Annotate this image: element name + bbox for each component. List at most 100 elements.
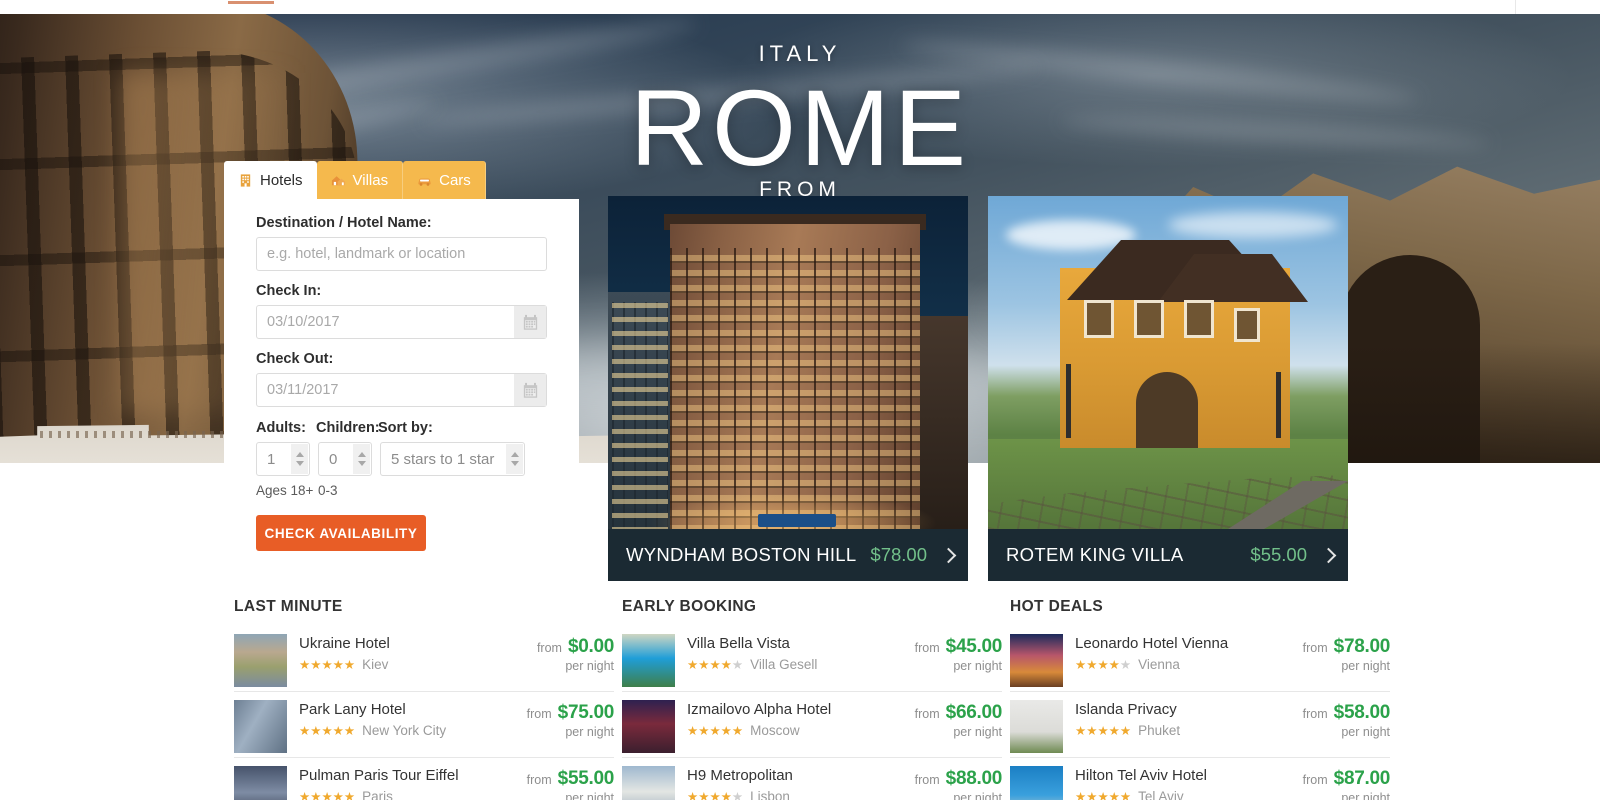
checkout-input[interactable]: 03/11/2017 (256, 373, 547, 407)
deal-pricing: from $0.00 per night (537, 634, 614, 673)
stepper-arrows-icon[interactable] (291, 444, 308, 474)
deal-city: Tel Aviv (1138, 789, 1184, 800)
adults-age-hint: Ages 18+ (256, 483, 314, 498)
deals-column-title: EARLY BOOKING (622, 598, 757, 615)
deal-price: $88.00 (945, 768, 1003, 789)
deal-hotel-name: Hilton Tel Aviv Hotel (1075, 767, 1208, 784)
deal-item[interactable]: Park Lany Hotel ★★★★★ New York City from… (234, 692, 614, 758)
deal-price: $66.00 (945, 702, 1003, 723)
deal-info: Park Lany Hotel ★★★★★ New York City (299, 700, 515, 738)
rating-stars-icon: ★★★★★ (299, 658, 356, 672)
deal-price: $78.00 (1333, 636, 1391, 657)
checkin-label: Check In: (256, 283, 322, 299)
deal-item[interactable]: Pulman Paris Tour Eiffel ★★★★★ Paris fro… (234, 758, 614, 800)
deals-column-early-booking: EARLY BOOKING Villa Bella Vista ★★★★★ Vi… (622, 598, 1002, 800)
calendar-icon[interactable] (514, 374, 546, 406)
deal-info: Islanda Privacy ★★★★★ Phuket (1075, 700, 1291, 738)
hotel-thumbnail (1010, 700, 1063, 753)
wyndham-sign (758, 514, 836, 527)
deal-info: Hilton Tel Aviv Hotel ★★★★★ Tel Aviv (1075, 766, 1291, 800)
car-icon (417, 173, 432, 188)
deal-per-night: per night (1341, 725, 1390, 739)
deal-pricing: from $55.00 per night (526, 766, 615, 800)
tab-hotels[interactable]: Hotels (224, 161, 317, 199)
deal-per-night: per night (953, 659, 1002, 673)
featured-card-price: $55.00 (1250, 544, 1307, 565)
deal-hotel-name: Park Lany Hotel (299, 701, 406, 718)
featured-card-price: $78.00 (870, 544, 927, 565)
checkin-input[interactable]: 03/10/2017 (256, 305, 547, 339)
rating-stars-icon: ★★★★★ (1075, 790, 1132, 800)
destination-input[interactable]: e.g. hotel, landmark or location (256, 237, 547, 271)
deal-item[interactable]: Leonardo Hotel Vienna ★★★★★ Vienna from … (1010, 626, 1390, 692)
deal-from-label: from (1302, 641, 1328, 655)
featured-card-wyndham[interactable]: WYNDHAM BOSTON HILL $78.00 (608, 196, 968, 581)
villa-window (1134, 300, 1164, 338)
chevron-right-icon[interactable] (1320, 547, 1337, 563)
featured-card-name: WYNDHAM BOSTON HILL (626, 544, 857, 565)
children-stepper[interactable]: 0 (318, 442, 372, 476)
stepper-arrows-icon[interactable] (353, 444, 370, 474)
top-bar (0, 0, 1600, 14)
deal-city: Vienna (1138, 657, 1180, 672)
deal-meta: ★★★★★ Villa Gesell (687, 657, 903, 672)
deal-item[interactable]: Hilton Tel Aviv Hotel ★★★★★ Tel Aviv fro… (1010, 758, 1390, 800)
deal-price: $0.00 (567, 636, 614, 657)
sort-label: Sort by: (378, 420, 433, 436)
sort-select[interactable]: 5 stars to 1 star (380, 442, 525, 476)
occupancy-labels: Adults: Children: Sort by: (256, 420, 547, 436)
deal-from-label: from (536, 641, 562, 655)
deal-price: $58.00 (1333, 702, 1391, 723)
featured-card-rotem[interactable]: ROTEM KING VILLA $55.00 (988, 196, 1348, 581)
deal-meta: ★★★★★ Phuket (1075, 723, 1291, 738)
hotel-thumbnail (622, 766, 675, 800)
deal-info: Ukraine Hotel ★★★★★ Kiev (299, 634, 525, 672)
adults-stepper[interactable]: 1 (256, 442, 310, 476)
deal-hotel-name: H9 Metropolitan (687, 767, 793, 784)
search-tabs: Hotels Villas Cars (224, 161, 579, 199)
deal-pricing: from $66.00 per night (915, 700, 1003, 739)
check-availability-button[interactable]: CHECK AVAILABILITY (256, 515, 426, 551)
deal-item[interactable]: Ukraine Hotel ★★★★★ Kiev from $0.00 per … (234, 626, 614, 692)
deal-item[interactable]: Islanda Privacy ★★★★★ Phuket from $58.00… (1010, 692, 1390, 758)
deals-list: Ukraine Hotel ★★★★★ Kiev from $0.00 per … (234, 626, 614, 800)
hotel-thumbnail (234, 700, 287, 753)
deal-meta: ★★★★★ Paris (299, 789, 515, 800)
tab-villas-label: Villas (352, 171, 389, 189)
featured-card-caption: WYNDHAM BOSTON HILL $78.00 (608, 529, 968, 581)
deal-pricing: from $87.00 per night (1303, 766, 1391, 800)
villa-house-icon (331, 173, 346, 188)
destination-label: Destination / Hotel Name: (256, 215, 432, 231)
deal-price: $45.00 (945, 636, 1003, 657)
deals-column-last-minute: LAST MINUTE Ukraine Hotel ★★★★★ Kiev fro… (234, 598, 614, 800)
tab-villas[interactable]: Villas (316, 161, 404, 199)
deal-hotel-name: Leonardo Hotel Vienna (1075, 635, 1229, 652)
deal-per-night: per night (1341, 659, 1390, 673)
sort-value: 5 stars to 1 star (391, 450, 495, 468)
deal-hotel-name: Islanda Privacy (1075, 701, 1177, 718)
occupancy-controls: 1 0 5 stars to 1 star (256, 442, 547, 476)
deal-item[interactable]: H9 Metropolitan ★★★★★ Lisbon from $88.00… (622, 758, 1002, 800)
calendar-icon[interactable] (514, 306, 546, 338)
deal-meta: ★★★★★ Tel Aviv (1075, 789, 1291, 800)
deal-pricing: from $45.00 per night (915, 634, 1003, 673)
deal-info: H9 Metropolitan ★★★★★ Lisbon (687, 766, 903, 800)
deal-from-label: from (914, 773, 940, 787)
hotel-thumbnail (234, 766, 287, 800)
deal-per-night: per night (953, 725, 1002, 739)
hotel-thumbnail (622, 634, 675, 687)
age-hints: Ages 18+ 0-3 (256, 483, 547, 498)
wyndham-hotel-photo (608, 196, 968, 581)
tab-cars[interactable]: Cars (403, 161, 486, 199)
rating-stars-icon: ★★★★★ (299, 790, 356, 800)
select-arrows-icon[interactable] (506, 444, 523, 474)
checkout-label: Check Out: (256, 351, 334, 367)
deal-pricing: from $75.00 per night (527, 700, 615, 739)
deal-item[interactable]: Izmailovo Alpha Hotel ★★★★★ Moscow from … (622, 692, 1002, 758)
deal-item[interactable]: Villa Bella Vista ★★★★★ Villa Gesell fro… (622, 626, 1002, 692)
featured-card-name: ROTEM KING VILLA (1006, 544, 1184, 565)
chevron-right-icon[interactable] (940, 547, 957, 563)
deal-from-label: from (526, 773, 552, 787)
deal-pricing: from $58.00 per night (1303, 700, 1391, 739)
search-panel: Hotels Villas Cars Destination / Hotel N… (224, 161, 579, 585)
